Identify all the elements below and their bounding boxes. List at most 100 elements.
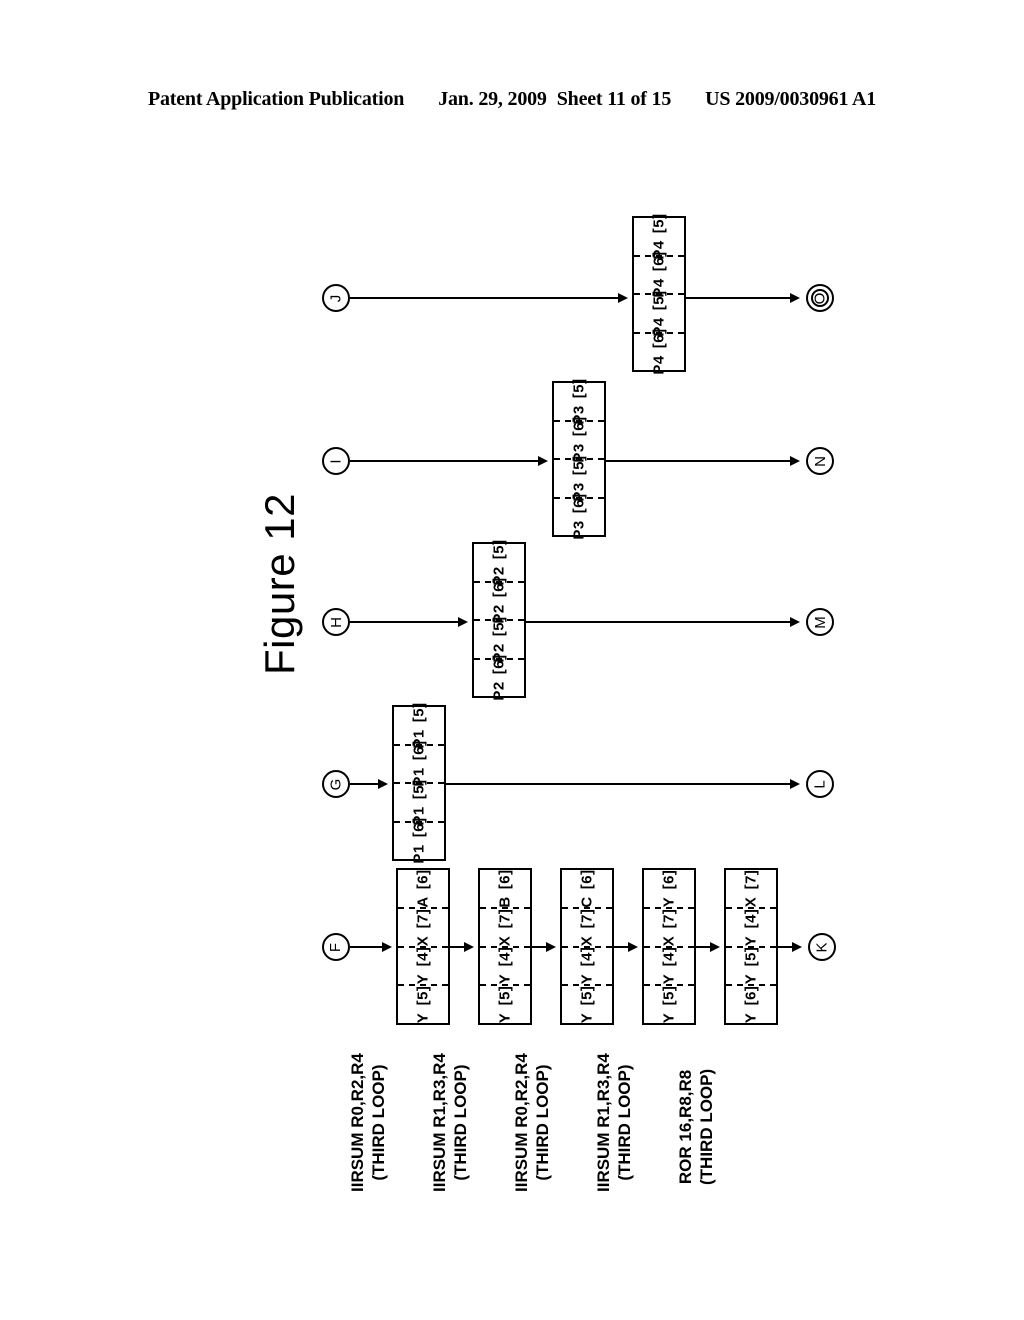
- node-o[interactable]: O: [806, 284, 834, 312]
- cell-index: [5]: [570, 378, 588, 398]
- arrowhead-i-to-p3: [538, 456, 548, 466]
- cell-symbol: Y: [414, 1012, 432, 1024]
- stack-p4[interactable]: P4 [5] P4 [6] P4 [5] P4 [6]: [632, 213, 686, 375]
- instruction-label-1: IIRSUM R0,R2,R4 (THIRD LOOP): [348, 1053, 389, 1192]
- stack-cell: P4 [5]: [634, 213, 684, 259]
- arrowhead-f-to-stack-a: [382, 942, 392, 952]
- stack-cell: P2 [6]: [474, 654, 524, 701]
- connector-stack-a-to-b: [450, 946, 464, 948]
- node-m-label: M: [811, 615, 829, 629]
- connector-p3-to-n: [606, 460, 790, 462]
- node-l[interactable]: L: [806, 770, 834, 798]
- node-j-label: J: [327, 294, 345, 302]
- arrowhead-stack-y-to-x: [710, 942, 720, 952]
- cell-index: [6]: [414, 869, 432, 890]
- node-j[interactable]: J: [322, 284, 350, 312]
- cell-index: [7]: [496, 908, 514, 929]
- cell-symbol: Y: [496, 1012, 514, 1024]
- stack-cell: Y [4]: [644, 945, 694, 985]
- stack-cell: X [7]: [480, 906, 530, 946]
- stack-p3[interactable]: P3 [5] P3 [6] P3 [5] P3 [6]: [552, 378, 606, 540]
- node-f[interactable]: F: [322, 933, 350, 961]
- cell-symbol: X: [578, 935, 596, 946]
- node-m[interactable]: M: [806, 608, 834, 636]
- cell-index: [6]: [578, 869, 596, 890]
- cell-index: [6]: [570, 416, 588, 437]
- arrowhead-stack-b-to-c: [546, 942, 556, 952]
- connector-stack-b-to-c: [532, 946, 546, 948]
- cell-index: [5]: [570, 455, 588, 475]
- stack-cell: Y [6]: [644, 869, 694, 907]
- stack-a[interactable]: A [6] X [7] Y [4] Y [5]: [396, 868, 450, 1025]
- cell-symbol: Y: [742, 935, 760, 946]
- cell-index: [5]: [742, 946, 760, 967]
- instruction-line1: IIRSUM R1,R3,R4: [430, 1053, 449, 1192]
- stack-cell: B [6]: [480, 869, 530, 907]
- stack-cell: X [7]: [726, 869, 776, 908]
- arrowhead-p2-to-m: [790, 617, 800, 627]
- arrowhead-g-to-p1: [378, 779, 388, 789]
- cell-index: [6]: [410, 817, 428, 838]
- node-h[interactable]: H: [322, 608, 350, 636]
- connector-p1-to-l: [446, 783, 790, 785]
- cell-symbol: P1: [410, 844, 428, 864]
- cell-index: [4]: [496, 946, 514, 967]
- stack-cell: X [7]: [398, 906, 448, 946]
- instruction-label-4: IIRSUM R1,R3,R4 (THIRD LOOP): [594, 1053, 635, 1192]
- cell-index: [7]: [578, 908, 596, 929]
- flow-diagram: J P4 [5] P4 [6] P4 [5] P4 [6] O I P3 [5] P3 [6…: [0, 0, 1024, 1320]
- stack-cell: P1 [6]: [394, 740, 444, 787]
- instruction-line1: IIRSUM R0,R2,R4: [348, 1053, 367, 1192]
- stack-cell: Y [5]: [644, 984, 694, 1023]
- connector-p2-to-m: [526, 621, 790, 623]
- connector-p4-to-o: [686, 297, 790, 299]
- stack-b[interactable]: B [6] X [7] Y [4] Y [5]: [478, 868, 532, 1025]
- stack-cell: C [6]: [562, 869, 612, 907]
- stack-cell: Y [6]: [726, 984, 776, 1023]
- cell-index: [5]: [414, 985, 432, 1006]
- stack-cell: Y [4]: [726, 906, 776, 946]
- cell-index: [5]: [490, 539, 508, 559]
- stack-cell: Y [5]: [398, 984, 448, 1023]
- connector-stack-c-to-y: [614, 946, 628, 948]
- cell-index: [5]: [490, 616, 508, 636]
- node-i-label: I: [327, 458, 345, 464]
- stack-cell: P3 [6]: [554, 493, 604, 540]
- node-k-label: K: [813, 941, 831, 953]
- node-g[interactable]: G: [322, 770, 350, 798]
- cell-index: [6]: [742, 985, 760, 1006]
- stack-c[interactable]: C [6] X [7] Y [4] Y [5]: [560, 868, 614, 1025]
- arrowhead-j-to-p4: [618, 293, 628, 303]
- stack-y[interactable]: Y [6] X [7] Y [4] Y [5]: [642, 868, 696, 1025]
- cell-index: [5]: [410, 702, 428, 722]
- node-i[interactable]: I: [322, 447, 350, 475]
- stack-cell: A [6]: [398, 869, 448, 907]
- stack-p1[interactable]: P1 [5] P1 [6] P1 [5] P1 [6]: [392, 702, 446, 864]
- cell-symbol: Y: [742, 974, 760, 985]
- instruction-line2: (THIRD LOOP): [614, 1064, 634, 1181]
- cell-index: [4]: [414, 946, 432, 967]
- stack-x[interactable]: X [7] Y [4] Y [5] Y [6]: [724, 868, 778, 1025]
- instruction-line1: ROR 16,R8,R8: [676, 1069, 695, 1185]
- stack-cell: Y [4]: [562, 945, 612, 985]
- stack-cell: P2 [6]: [474, 577, 524, 624]
- cell-index: [6]: [490, 654, 508, 675]
- stack-p2[interactable]: P2 [5] P2 [6] P2 [5] P2 [6]: [472, 539, 526, 701]
- node-g-label: G: [327, 778, 345, 790]
- connector-stack-y-to-x: [696, 946, 710, 948]
- stack-cell: P2 [5]: [474, 616, 524, 662]
- cell-index: [6]: [410, 740, 428, 761]
- cell-index: [5]: [660, 985, 678, 1006]
- connector-i-to-p3: [350, 460, 538, 462]
- cell-symbol: X: [742, 896, 760, 908]
- node-l-label: L: [811, 779, 829, 789]
- cell-index: [6]: [570, 493, 588, 514]
- node-n[interactable]: N: [806, 447, 834, 475]
- instruction-line1: IIRSUM R0,R2,R4: [512, 1053, 531, 1192]
- instruction-line2: (THIRD LOOP): [368, 1064, 388, 1181]
- cell-index: [6]: [490, 577, 508, 598]
- stack-cell: Y [5]: [726, 945, 776, 985]
- node-k[interactable]: K: [808, 933, 836, 961]
- cell-symbol: X: [660, 935, 678, 946]
- stack-cell: X [7]: [644, 906, 694, 946]
